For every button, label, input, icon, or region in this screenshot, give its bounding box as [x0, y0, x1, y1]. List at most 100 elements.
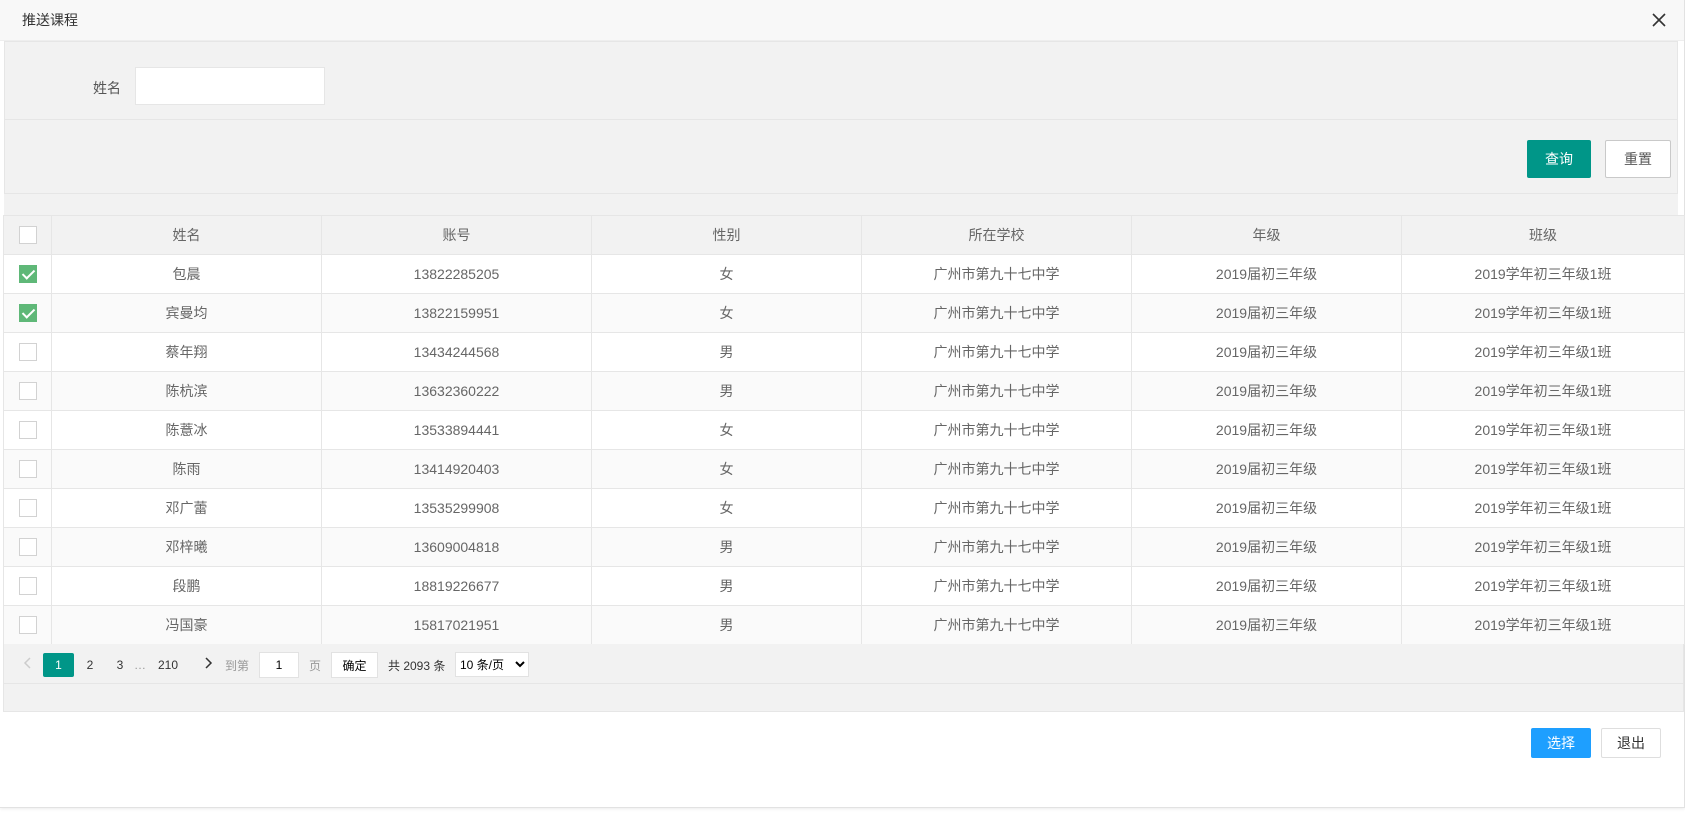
cell-class: 2019学年初三年级1班	[1401, 410, 1685, 450]
cell-school: 广州市第九十七中学	[861, 410, 1132, 450]
cell-name: 蔡年翔	[51, 332, 322, 372]
page-3[interactable]: 3	[110, 653, 130, 677]
table-row[interactable]: 邓梓曦 13609004818 男广州市第九十七中学 2019届初三年级 2019学年初…	[3, 527, 1685, 567]
table-row[interactable]: 包晨 13822285205 女广州市第九十七中学 2019届初三年级 2019学年初三…	[3, 254, 1685, 294]
cell-gender: 男	[591, 605, 862, 645]
footer-spacer	[3, 684, 1684, 712]
cell-grade: 2019届初三年级	[1131, 410, 1402, 450]
cell-account: 15817021951	[321, 605, 592, 645]
table-row[interactable]: 宾曼均 13822159951 女广州市第九十七中学 2019届初三年级 2019学年初…	[3, 293, 1685, 333]
query-button[interactable]: 查询	[1527, 140, 1591, 178]
page-unit-label: 页	[309, 659, 322, 673]
cell-grade: 2019届初三年级	[1131, 488, 1402, 528]
next-page-icon[interactable]	[198, 653, 218, 677]
table-row[interactable]: 陈雨 13414920403 女广州市第九十七中学 2019届初三年级 2019学年初三…	[3, 449, 1685, 489]
cell-grade: 2019届初三年级	[1131, 332, 1402, 372]
page-2[interactable]: 2	[80, 653, 100, 677]
row-select-cell	[3, 488, 52, 528]
cell-class: 2019学年初三年级1班	[1401, 566, 1685, 606]
row-checkbox[interactable]	[18, 382, 37, 401]
cell-class: 2019学年初三年级1班	[1401, 527, 1685, 567]
page-size-select[interactable]: 10 条/页	[455, 652, 529, 677]
row-checkbox[interactable]	[18, 343, 37, 362]
header-gender[interactable]: 性别	[591, 215, 862, 255]
cell-account: 18819226677	[321, 566, 592, 606]
search-form: 姓名	[4, 41, 1678, 120]
cell-class: 2019学年初三年级1班	[1401, 488, 1685, 528]
row-select-cell	[3, 527, 52, 567]
header-name[interactable]: 姓名	[51, 215, 322, 255]
header-class[interactable]: 班级	[1401, 215, 1685, 255]
header-grade[interactable]: 年级	[1131, 215, 1402, 255]
row-checkbox[interactable]	[18, 421, 37, 440]
table-row[interactable]: 冯国豪 15817021951 男广州市第九十七中学 2019届初三年级 2019学年初…	[3, 605, 1685, 645]
cell-grade: 2019届初三年级	[1131, 566, 1402, 606]
cell-school: 广州市第九十七中学	[861, 254, 1132, 294]
cell-class: 2019学年初三年级1班	[1401, 371, 1685, 411]
student-table: 姓名 账号 性别 所在学校 年级 班级 包晨 13822285205 女广州市第九十…	[3, 215, 1685, 645]
goto-label: 到第	[225, 659, 250, 673]
cell-account: 13822285205	[321, 254, 592, 294]
cell-gender: 女	[591, 449, 862, 489]
select-all-cell	[3, 215, 52, 255]
cell-grade: 2019届初三年级	[1131, 371, 1402, 411]
cell-name: 段鹏	[51, 566, 322, 606]
close-icon[interactable]	[1648, 9, 1670, 31]
row-checkbox[interactable]	[18, 538, 37, 557]
page-last[interactable]: 210	[153, 653, 183, 677]
header-school[interactable]: 所在学校	[861, 215, 1132, 255]
cell-school: 广州市第九十七中学	[861, 566, 1132, 606]
cell-name: 邓梓曦	[51, 527, 322, 567]
cell-class: 2019学年初三年级1班	[1401, 293, 1685, 333]
row-checkbox[interactable]	[18, 304, 37, 323]
cell-gender: 女	[591, 293, 862, 333]
cell-school: 广州市第九十七中学	[861, 449, 1132, 489]
cell-account: 13535299908	[321, 488, 592, 528]
name-search-input[interactable]	[135, 67, 325, 105]
cell-school: 广州市第九十七中学	[861, 293, 1132, 333]
cell-gender: 男	[591, 566, 862, 606]
total-count: 共 2093 条	[388, 659, 446, 673]
dialog-titlebar: 推送课程	[0, 0, 1684, 41]
cell-class: 2019学年初三年级1班	[1401, 605, 1685, 645]
goto-confirm-button[interactable]: 确定	[331, 652, 378, 678]
prev-page-icon[interactable]	[18, 653, 38, 677]
cell-gender: 女	[591, 488, 862, 528]
row-checkbox[interactable]	[18, 616, 37, 635]
row-checkbox[interactable]	[18, 577, 37, 596]
reset-button[interactable]: 重置	[1605, 140, 1671, 178]
page-1[interactable]: 1	[43, 653, 74, 677]
row-select-cell	[3, 449, 52, 489]
cell-account: 13434244568	[321, 332, 592, 372]
select-all-checkbox[interactable]	[18, 226, 37, 245]
push-course-dialog: 推送课程 姓名 查询 重置 姓名 账号 性别 所在学校 年级 班级 包晨138	[0, 0, 1685, 808]
table-header-row: 姓名 账号 性别 所在学校 年级 班级	[3, 215, 1685, 255]
table-row[interactable]: 陈薏冰 13533894441 女广州市第九十七中学 2019届初三年级 2019学年初…	[3, 410, 1685, 450]
table-row[interactable]: 段鹏 18819226677 男广州市第九十七中学 2019届初三年级 2019学年初三…	[3, 566, 1685, 606]
exit-button[interactable]: 退出	[1601, 728, 1661, 758]
row-select-cell	[3, 605, 52, 645]
cell-name: 陈雨	[51, 449, 322, 489]
cell-grade: 2019届初三年级	[1131, 527, 1402, 567]
header-account[interactable]: 账号	[321, 215, 592, 255]
cell-class: 2019学年初三年级1班	[1401, 449, 1685, 489]
cell-grade: 2019届初三年级	[1131, 605, 1402, 645]
row-select-cell	[3, 293, 52, 333]
row-checkbox[interactable]	[18, 499, 37, 518]
select-button[interactable]: 选择	[1531, 728, 1591, 758]
table-row[interactable]: 邓广蕾 13535299908 女广州市第九十七中学 2019届初三年级 2019学年初…	[3, 488, 1685, 528]
row-checkbox[interactable]	[18, 265, 37, 284]
name-label: 姓名	[93, 80, 121, 96]
cell-school: 广州市第九十七中学	[861, 527, 1132, 567]
cell-grade: 2019届初三年级	[1131, 449, 1402, 489]
cell-account: 13632360222	[321, 371, 592, 411]
cell-school: 广州市第九十七中学	[861, 332, 1132, 372]
cell-gender: 男	[591, 332, 862, 372]
row-select-cell	[3, 410, 52, 450]
row-checkbox[interactable]	[18, 460, 37, 479]
goto-page-input[interactable]	[259, 652, 299, 678]
cell-account: 13414920403	[321, 449, 592, 489]
table-row[interactable]: 蔡年翔 13434244568 男广州市第九十七中学 2019届初三年级 2019学年初…	[3, 332, 1685, 372]
table-row[interactable]: 陈杭滨 13632360222 男广州市第九十七中学 2019届初三年级 2019学年初…	[3, 371, 1685, 411]
cell-gender: 女	[591, 254, 862, 294]
